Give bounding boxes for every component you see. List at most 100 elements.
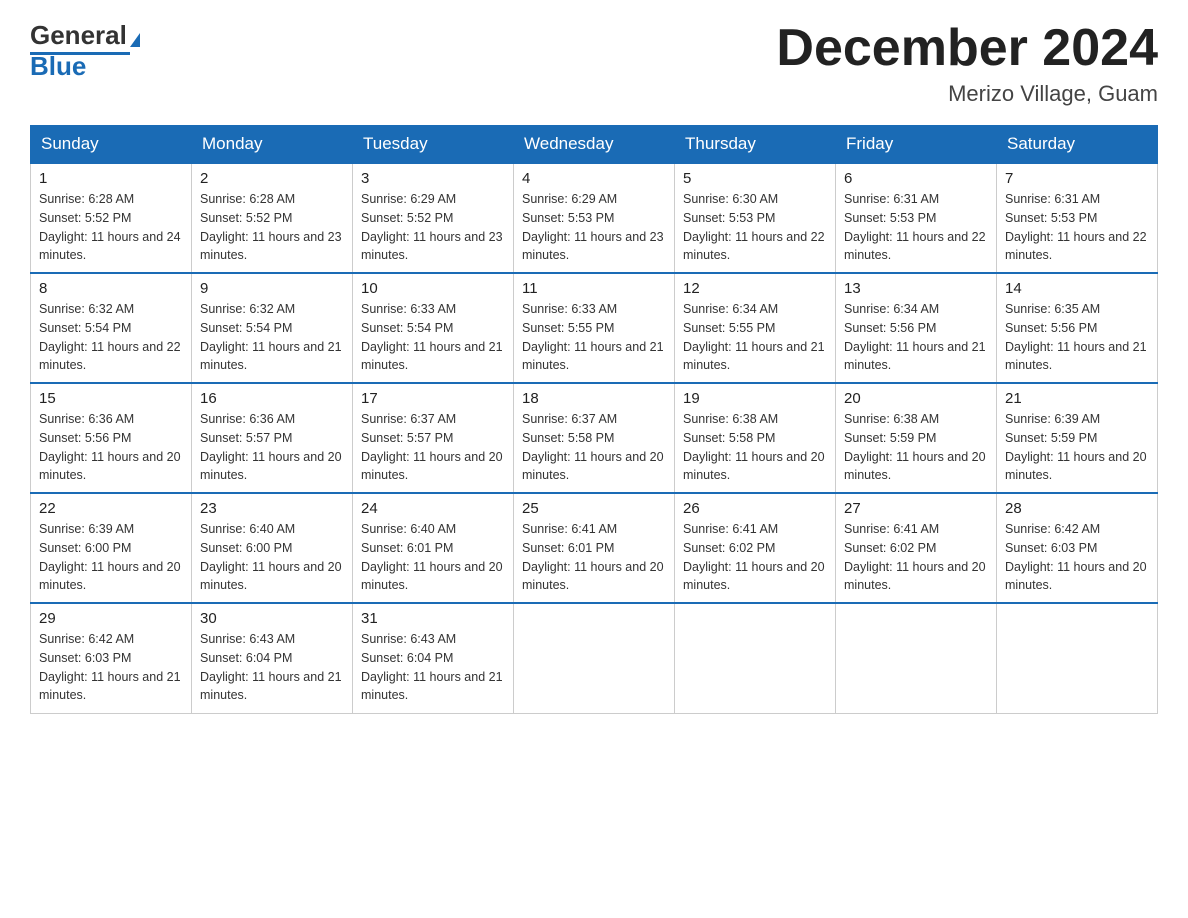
day-number: 15 bbox=[39, 390, 183, 407]
day-number: 8 bbox=[39, 280, 183, 297]
month-title: December 2024 bbox=[776, 20, 1158, 77]
calendar-day-cell: 16 Sunrise: 6:36 AM Sunset: 5:57 PM Dayl… bbox=[192, 383, 353, 493]
calendar-day-cell: 13 Sunrise: 6:34 AM Sunset: 5:56 PM Dayl… bbox=[836, 273, 997, 383]
calendar-day-cell: 5 Sunrise: 6:30 AM Sunset: 5:53 PM Dayli… bbox=[675, 163, 836, 273]
calendar-day-cell: 11 Sunrise: 6:33 AM Sunset: 5:55 PM Dayl… bbox=[514, 273, 675, 383]
day-number: 5 bbox=[683, 170, 827, 187]
day-info: Sunrise: 6:42 AM Sunset: 6:03 PM Dayligh… bbox=[1005, 520, 1149, 595]
day-number: 4 bbox=[522, 170, 666, 187]
calendar-week-row: 15 Sunrise: 6:36 AM Sunset: 5:56 PM Dayl… bbox=[31, 383, 1158, 493]
calendar-day-cell: 8 Sunrise: 6:32 AM Sunset: 5:54 PM Dayli… bbox=[31, 273, 192, 383]
page-header: General Blue December 2024 Merizo Villag… bbox=[30, 20, 1158, 107]
empty-cell bbox=[997, 603, 1158, 713]
calendar-day-cell: 28 Sunrise: 6:42 AM Sunset: 6:03 PM Dayl… bbox=[997, 493, 1158, 603]
calendar-day-cell: 24 Sunrise: 6:40 AM Sunset: 6:01 PM Dayl… bbox=[353, 493, 514, 603]
calendar-day-cell: 9 Sunrise: 6:32 AM Sunset: 5:54 PM Dayli… bbox=[192, 273, 353, 383]
day-info: Sunrise: 6:28 AM Sunset: 5:52 PM Dayligh… bbox=[39, 190, 183, 265]
calendar-day-cell: 29 Sunrise: 6:42 AM Sunset: 6:03 PM Dayl… bbox=[31, 603, 192, 713]
day-info: Sunrise: 6:39 AM Sunset: 6:00 PM Dayligh… bbox=[39, 520, 183, 595]
day-info: Sunrise: 6:41 AM Sunset: 6:01 PM Dayligh… bbox=[522, 520, 666, 595]
day-number: 12 bbox=[683, 280, 827, 297]
weekday-header-friday: Friday bbox=[836, 126, 997, 164]
day-info: Sunrise: 6:37 AM Sunset: 5:57 PM Dayligh… bbox=[361, 410, 505, 485]
day-number: 18 bbox=[522, 390, 666, 407]
day-info: Sunrise: 6:43 AM Sunset: 6:04 PM Dayligh… bbox=[361, 630, 505, 705]
day-number: 23 bbox=[200, 500, 344, 517]
day-number: 20 bbox=[844, 390, 988, 407]
day-number: 9 bbox=[200, 280, 344, 297]
day-number: 31 bbox=[361, 610, 505, 627]
calendar-day-cell: 23 Sunrise: 6:40 AM Sunset: 6:00 PM Dayl… bbox=[192, 493, 353, 603]
day-number: 1 bbox=[39, 170, 183, 187]
calendar-table: SundayMondayTuesdayWednesdayThursdayFrid… bbox=[30, 125, 1158, 714]
weekday-header-thursday: Thursday bbox=[675, 126, 836, 164]
day-number: 16 bbox=[200, 390, 344, 407]
day-info: Sunrise: 6:28 AM Sunset: 5:52 PM Dayligh… bbox=[200, 190, 344, 265]
day-info: Sunrise: 6:29 AM Sunset: 5:52 PM Dayligh… bbox=[361, 190, 505, 265]
day-info: Sunrise: 6:35 AM Sunset: 5:56 PM Dayligh… bbox=[1005, 300, 1149, 375]
day-info: Sunrise: 6:38 AM Sunset: 5:59 PM Dayligh… bbox=[844, 410, 988, 485]
day-info: Sunrise: 6:31 AM Sunset: 5:53 PM Dayligh… bbox=[1005, 190, 1149, 265]
day-info: Sunrise: 6:30 AM Sunset: 5:53 PM Dayligh… bbox=[683, 190, 827, 265]
calendar-day-cell: 7 Sunrise: 6:31 AM Sunset: 5:53 PM Dayli… bbox=[997, 163, 1158, 273]
weekday-header-wednesday: Wednesday bbox=[514, 126, 675, 164]
day-info: Sunrise: 6:42 AM Sunset: 6:03 PM Dayligh… bbox=[39, 630, 183, 705]
calendar-week-row: 29 Sunrise: 6:42 AM Sunset: 6:03 PM Dayl… bbox=[31, 603, 1158, 713]
location-title: Merizo Village, Guam bbox=[776, 81, 1158, 107]
calendar-day-cell: 3 Sunrise: 6:29 AM Sunset: 5:52 PM Dayli… bbox=[353, 163, 514, 273]
day-info: Sunrise: 6:34 AM Sunset: 5:55 PM Dayligh… bbox=[683, 300, 827, 375]
weekday-header-monday: Monday bbox=[192, 126, 353, 164]
logo-blue: Blue bbox=[30, 51, 86, 82]
day-info: Sunrise: 6:40 AM Sunset: 6:00 PM Dayligh… bbox=[200, 520, 344, 595]
day-info: Sunrise: 6:31 AM Sunset: 5:53 PM Dayligh… bbox=[844, 190, 988, 265]
day-number: 2 bbox=[200, 170, 344, 187]
day-number: 6 bbox=[844, 170, 988, 187]
empty-cell bbox=[836, 603, 997, 713]
calendar-week-row: 1 Sunrise: 6:28 AM Sunset: 5:52 PM Dayli… bbox=[31, 163, 1158, 273]
calendar-day-cell: 4 Sunrise: 6:29 AM Sunset: 5:53 PM Dayli… bbox=[514, 163, 675, 273]
day-info: Sunrise: 6:43 AM Sunset: 6:04 PM Dayligh… bbox=[200, 630, 344, 705]
calendar-day-cell: 22 Sunrise: 6:39 AM Sunset: 6:00 PM Dayl… bbox=[31, 493, 192, 603]
logo: General Blue bbox=[30, 20, 140, 82]
day-info: Sunrise: 6:37 AM Sunset: 5:58 PM Dayligh… bbox=[522, 410, 666, 485]
day-number: 19 bbox=[683, 390, 827, 407]
day-number: 25 bbox=[522, 500, 666, 517]
calendar-day-cell: 1 Sunrise: 6:28 AM Sunset: 5:52 PM Dayli… bbox=[31, 163, 192, 273]
day-number: 21 bbox=[1005, 390, 1149, 407]
day-info: Sunrise: 6:34 AM Sunset: 5:56 PM Dayligh… bbox=[844, 300, 988, 375]
calendar-day-cell: 2 Sunrise: 6:28 AM Sunset: 5:52 PM Dayli… bbox=[192, 163, 353, 273]
weekday-header-row: SundayMondayTuesdayWednesdayThursdayFrid… bbox=[31, 126, 1158, 164]
calendar-week-row: 22 Sunrise: 6:39 AM Sunset: 6:00 PM Dayl… bbox=[31, 493, 1158, 603]
empty-cell bbox=[675, 603, 836, 713]
day-info: Sunrise: 6:36 AM Sunset: 5:56 PM Dayligh… bbox=[39, 410, 183, 485]
calendar-day-cell: 14 Sunrise: 6:35 AM Sunset: 5:56 PM Dayl… bbox=[997, 273, 1158, 383]
day-info: Sunrise: 6:36 AM Sunset: 5:57 PM Dayligh… bbox=[200, 410, 344, 485]
day-number: 26 bbox=[683, 500, 827, 517]
day-info: Sunrise: 6:33 AM Sunset: 5:55 PM Dayligh… bbox=[522, 300, 666, 375]
day-info: Sunrise: 6:38 AM Sunset: 5:58 PM Dayligh… bbox=[683, 410, 827, 485]
day-info: Sunrise: 6:41 AM Sunset: 6:02 PM Dayligh… bbox=[683, 520, 827, 595]
day-number: 17 bbox=[361, 390, 505, 407]
day-info: Sunrise: 6:33 AM Sunset: 5:54 PM Dayligh… bbox=[361, 300, 505, 375]
calendar-day-cell: 17 Sunrise: 6:37 AM Sunset: 5:57 PM Dayl… bbox=[353, 383, 514, 493]
day-number: 10 bbox=[361, 280, 505, 297]
day-info: Sunrise: 6:40 AM Sunset: 6:01 PM Dayligh… bbox=[361, 520, 505, 595]
calendar-day-cell: 31 Sunrise: 6:43 AM Sunset: 6:04 PM Dayl… bbox=[353, 603, 514, 713]
calendar-week-row: 8 Sunrise: 6:32 AM Sunset: 5:54 PM Dayli… bbox=[31, 273, 1158, 383]
calendar-day-cell: 15 Sunrise: 6:36 AM Sunset: 5:56 PM Dayl… bbox=[31, 383, 192, 493]
day-number: 29 bbox=[39, 610, 183, 627]
calendar-day-cell: 10 Sunrise: 6:33 AM Sunset: 5:54 PM Dayl… bbox=[353, 273, 514, 383]
weekday-header-tuesday: Tuesday bbox=[353, 126, 514, 164]
calendar-day-cell: 19 Sunrise: 6:38 AM Sunset: 5:58 PM Dayl… bbox=[675, 383, 836, 493]
calendar-day-cell: 20 Sunrise: 6:38 AM Sunset: 5:59 PM Dayl… bbox=[836, 383, 997, 493]
calendar-day-cell: 21 Sunrise: 6:39 AM Sunset: 5:59 PM Dayl… bbox=[997, 383, 1158, 493]
day-info: Sunrise: 6:32 AM Sunset: 5:54 PM Dayligh… bbox=[39, 300, 183, 375]
day-info: Sunrise: 6:39 AM Sunset: 5:59 PM Dayligh… bbox=[1005, 410, 1149, 485]
day-number: 14 bbox=[1005, 280, 1149, 297]
weekday-header-sunday: Sunday bbox=[31, 126, 192, 164]
day-number: 28 bbox=[1005, 500, 1149, 517]
empty-cell bbox=[514, 603, 675, 713]
day-number: 27 bbox=[844, 500, 988, 517]
calendar-day-cell: 12 Sunrise: 6:34 AM Sunset: 5:55 PM Dayl… bbox=[675, 273, 836, 383]
day-number: 22 bbox=[39, 500, 183, 517]
